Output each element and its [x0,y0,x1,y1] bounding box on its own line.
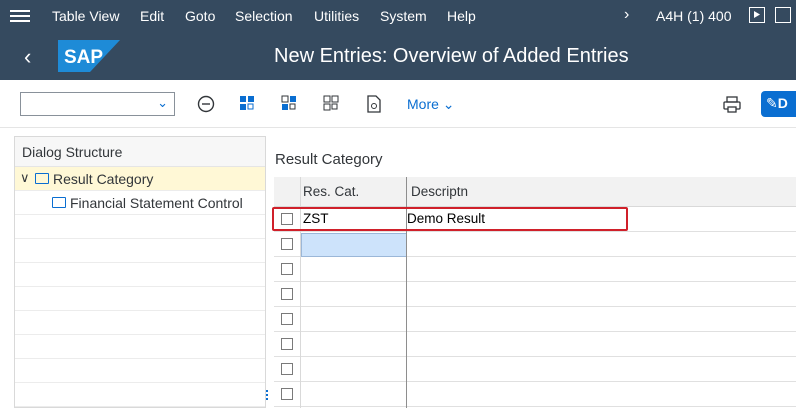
row-select-checkbox[interactable] [281,238,293,250]
svg-text:SAP: SAP [64,47,103,68]
row-select-checkbox[interactable] [281,288,293,300]
tree-row-empty [15,287,265,311]
table-row[interactable] [274,332,796,357]
dialog-structure-panel: Dialog Structure ∨ Result Category Finan… [14,136,266,408]
active-input-cell[interactable] [301,233,407,257]
tree-row-empty [15,383,265,407]
menu-help[interactable]: Help [447,8,476,24]
menu-edit[interactable]: Edit [140,8,164,24]
menu-bar: Table View Edit Goto Selection Utilities… [0,0,796,32]
tree-row-empty [15,263,265,287]
menu-table-view[interactable]: Table View [52,8,119,24]
print-icon[interactable] [722,94,742,114]
table-row[interactable] [274,357,796,382]
folder-open-icon [35,173,49,184]
tree-item-result-category[interactable]: ∨ Result Category [15,167,265,191]
table-row[interactable] [274,257,796,282]
tree-item-label: Financial Statement Control [70,195,243,211]
chevron-down-icon: ⌄ [442,96,455,112]
title-bar: ‹ SAP New Entries: Overview of Added Ent… [0,32,796,80]
minus-circle-icon[interactable] [196,94,216,114]
row-select-checkbox[interactable] [281,363,293,375]
table-row[interactable] [274,282,796,307]
deselect-all-icon[interactable] [322,94,342,114]
system-info: A4H (1) 400 [656,8,732,24]
tree-row-empty [15,215,265,239]
menu-selection[interactable]: Selection [235,8,293,24]
tree-row-empty [15,311,265,335]
table-row[interactable] [274,382,796,407]
window-icon[interactable] [775,7,791,23]
play-icon[interactable] [749,7,765,23]
row-select-checkbox[interactable] [281,388,293,400]
more-menu[interactable]: More ⌄ [407,96,455,113]
tree-row-empty [15,335,265,359]
dialog-structure-header: Dialog Structure [15,137,265,167]
chevron-right-icon[interactable]: › [624,6,629,24]
back-arrow-icon[interactable]: ‹ [24,44,31,70]
hamburger-menu-icon[interactable] [10,7,30,25]
section-title: Result Category [275,151,383,168]
column-header-res-cat[interactable]: Res. Cat. [303,184,359,199]
tree-item-label: Result Category [53,171,154,187]
page-title: New Entries: Overview of Added Entries [274,45,629,67]
select-all-icon[interactable] [238,94,258,114]
menu-goto[interactable]: Goto [185,8,215,24]
table-header: Res. Cat. Descriptn [274,177,796,207]
splitter-handle[interactable] [266,390,269,404]
column-header-description[interactable]: Descriptn [411,184,468,199]
tree-row-empty [15,239,265,263]
row-select-checkbox[interactable] [281,313,293,325]
chevron-down-icon[interactable]: ⌄ [157,95,168,111]
document-search-icon[interactable] [364,94,384,114]
row-select-checkbox[interactable] [281,338,293,350]
chevron-down-icon[interactable]: ∨ [20,170,30,186]
command-field[interactable]: ⌄ [20,92,175,116]
sap-logo: SAP [58,40,120,72]
menu-utilities[interactable]: Utilities [314,8,359,24]
select-block-icon[interactable] [280,94,300,114]
table-row[interactable] [274,307,796,332]
toolbar: ⌄ More ⌄ ✎D [0,80,796,128]
display-button[interactable]: ✎D [761,91,796,117]
row-select-checkbox[interactable] [281,263,293,275]
tree-item-financial-statement-control[interactable]: Financial Statement Control [15,191,265,215]
tree-row-empty [15,359,265,383]
menu-system[interactable]: System [380,8,427,24]
highlight-annotation [272,207,628,231]
folder-icon [52,197,66,208]
